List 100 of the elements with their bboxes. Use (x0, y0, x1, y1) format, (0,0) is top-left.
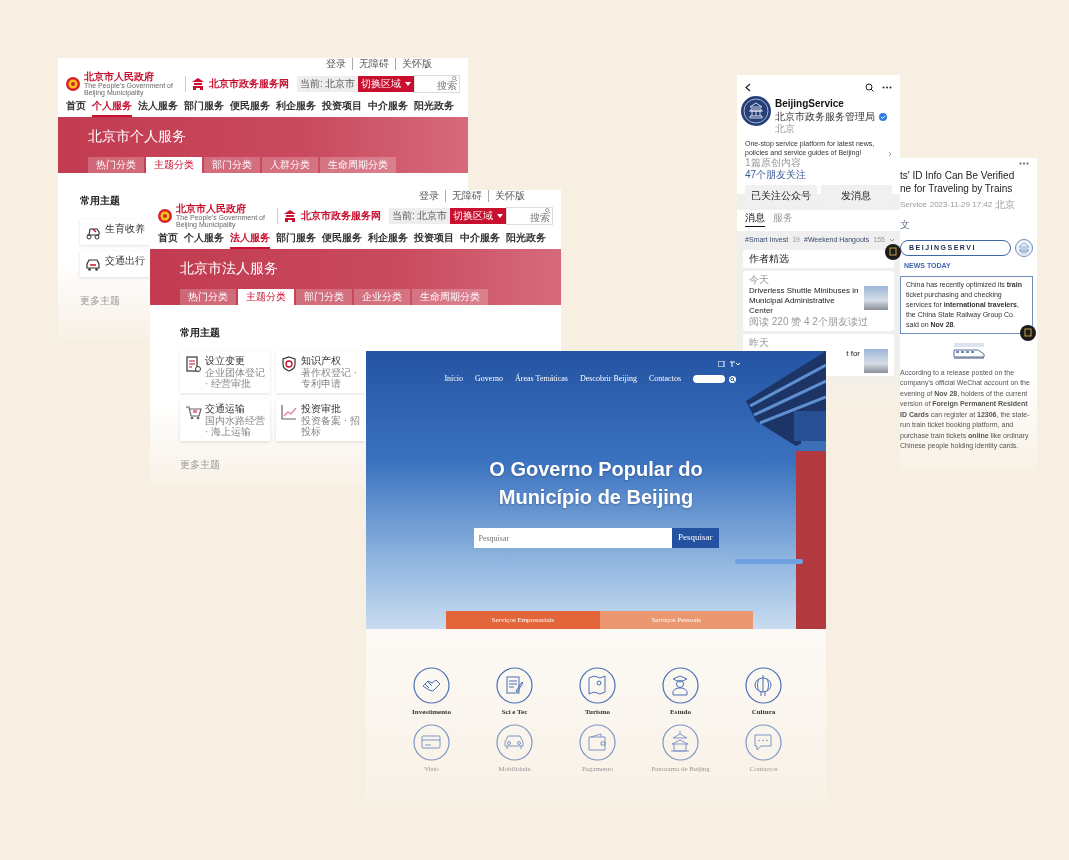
nav-link[interactable]: 中介服务 (368, 98, 408, 117)
region-button[interactable]: 切换区域 (450, 207, 507, 224)
date-label: 昨天 (749, 336, 770, 349)
wallet-icon[interactable] (579, 723, 616, 761)
round-avatar-icon (885, 244, 901, 260)
nav-link[interactable]: Contactos (649, 373, 681, 385)
search-icon[interactable] (865, 83, 874, 92)
top-link[interactable]: 无障碍 (445, 190, 488, 202)
original-count: 1篇原创内容 (744, 157, 802, 169)
caret-icon (497, 213, 504, 218)
chat-icon[interactable] (745, 723, 782, 761)
nav-link[interactable]: 阳光政务 (506, 230, 546, 249)
more-icon[interactable] (882, 86, 892, 89)
nav-link[interactable]: 部门服务 (276, 230, 316, 249)
topic-card[interactable]: 交通运输 国内水路经营 · 海上运输 (180, 399, 270, 441)
nav-link[interactable]: Descobrir Beijing (579, 373, 637, 385)
document-icon (184, 355, 202, 373)
nav-link[interactable]: 便民服务 (322, 230, 362, 249)
top-link[interactable]: 关怀版 (488, 190, 531, 202)
service-logo-text: 北京市政务服务网 (208, 77, 289, 91)
topic-title: 交通运输 (205, 403, 246, 415)
map-icon[interactable] (579, 667, 616, 704)
top-link[interactable]: 无障碍 (352, 58, 395, 70)
account-name: BeijingService (775, 97, 845, 111)
page-headline: O Governo Popular do Município de Beijing (488, 457, 704, 510)
category-tab[interactable]: 主题分类 (146, 157, 202, 173)
chart-line-icon (280, 403, 298, 421)
nav-link[interactable]: Início (444, 373, 464, 385)
topic-subtitle: 著作权登记 · 专利申请 (301, 367, 359, 389)
site-logo-text: 北京市人民政府 (176, 203, 247, 214)
pagoda-logo-icon (190, 77, 205, 90)
nav-link[interactable]: 首页 (66, 98, 86, 117)
account-location: 北京 (775, 123, 796, 135)
date-label: 今天 (749, 273, 770, 286)
topic-title: 生育收养 (105, 223, 145, 235)
nav-link[interactable]: 投资项目 (414, 230, 454, 249)
top-link[interactable]: 登录 (320, 58, 352, 70)
search-field[interactable]: 搜索 (506, 206, 553, 225)
chevron-icon[interactable] (888, 151, 892, 157)
nav-link[interactable]: 首页 (158, 230, 178, 249)
nav-link[interactable]: Governo (475, 373, 504, 385)
nav-link[interactable]: 中介服务 (460, 230, 500, 249)
nav-link[interactable]: 法人服务 (138, 98, 178, 117)
photo-placeholder (864, 348, 888, 373)
nav-link[interactable]: 部门服务 (184, 98, 224, 117)
topic-card[interactable]: 投资审批 投资备案 · 招投标 (276, 399, 366, 441)
article-title-line: ne for Traveling by Trains (900, 182, 1014, 195)
back-icon[interactable] (745, 83, 751, 92)
nav-link[interactable]: 便民服务 (230, 98, 270, 117)
search-field[interactable]: Pesquisar (473, 528, 672, 548)
temple-icon[interactable] (662, 723, 699, 761)
document-pen-icon[interactable] (496, 667, 533, 704)
topic-card[interactable]: 交通出行 (80, 251, 150, 277)
friends-following[interactable]: 47个朋友关注 (737, 169, 900, 181)
topic-card[interactable]: 知识产权 著作权登记 · 专利申请 (276, 351, 366, 393)
profile-tab[interactable]: 消息 (745, 210, 765, 227)
handshake-icon[interactable] (413, 667, 450, 704)
temple-logo-icon (741, 96, 771, 126)
more-icon[interactable] (1019, 162, 1029, 165)
top-link[interactable]: 关怀版 (395, 58, 438, 70)
category-tab[interactable]: 主题分类 (238, 289, 294, 305)
graduate-icon[interactable] (662, 667, 699, 704)
round-avatar-icon (1020, 325, 1036, 341)
article-title[interactable]: Driverless Shuttle Minibuses in Municipal Administrative Center (749, 285, 860, 316)
car-icon[interactable] (496, 723, 533, 761)
banner-title: 北京市个人服务 (88, 127, 187, 145)
account-org: 北京市政务服务管理局 (775, 111, 875, 123)
article-title[interactable]: t for (846, 348, 860, 359)
topic-title: 投资审批 (301, 403, 342, 415)
language-icon[interactable] (718, 361, 740, 367)
service-logo-text: 北京市政务服务网 (300, 209, 381, 223)
region-button[interactable]: 切换区域 (358, 75, 415, 92)
topic-subtitle: 国内水路经营 · 海上运输 (205, 415, 266, 437)
nav-link[interactable]: 利企服务 (368, 230, 408, 249)
nav-link[interactable]: 个人服务 (184, 230, 224, 249)
region-label: 当前: 北京市 (388, 207, 451, 224)
emblem-icon (158, 208, 172, 223)
category-tab[interactable]: 热门分类 (180, 289, 236, 305)
nav-link[interactable]: 投资项目 (322, 98, 362, 117)
credit-card-icon[interactable] (413, 723, 450, 761)
topic-subtitle: 企业团体登记 · 经营审批 (205, 367, 266, 389)
search-button[interactable]: Pesquisar (672, 528, 719, 548)
top-link[interactable]: 登录 (413, 190, 445, 202)
lantern-icon[interactable] (745, 667, 782, 704)
nav-link[interactable]: 阳光政务 (414, 98, 454, 117)
search-field[interactable] (693, 375, 725, 383)
nav-link[interactable]: Áreas Temáticas (515, 373, 568, 385)
topic-title: 知识产权 (301, 355, 342, 367)
category-tab[interactable]: 热门分类 (88, 157, 144, 173)
search-icon[interactable] (729, 375, 736, 383)
nav-link[interactable]: 利企服务 (276, 98, 316, 117)
search-field[interactable]: 搜索 (414, 74, 460, 93)
section-title: 常用主题 (180, 326, 220, 340)
topic-title: 设立变更 (205, 355, 246, 367)
topic-card[interactable]: 设立变更 企业团体登记 · 经营审批 (180, 351, 270, 393)
pagoda-logo-icon (282, 209, 297, 222)
topic-card[interactable]: 生育收养 (80, 219, 150, 245)
topic-subtitle: 投资备案 · 招投标 (301, 415, 361, 437)
search-icon (545, 208, 550, 213)
chevron-down-icon[interactable] (888, 238, 895, 243)
